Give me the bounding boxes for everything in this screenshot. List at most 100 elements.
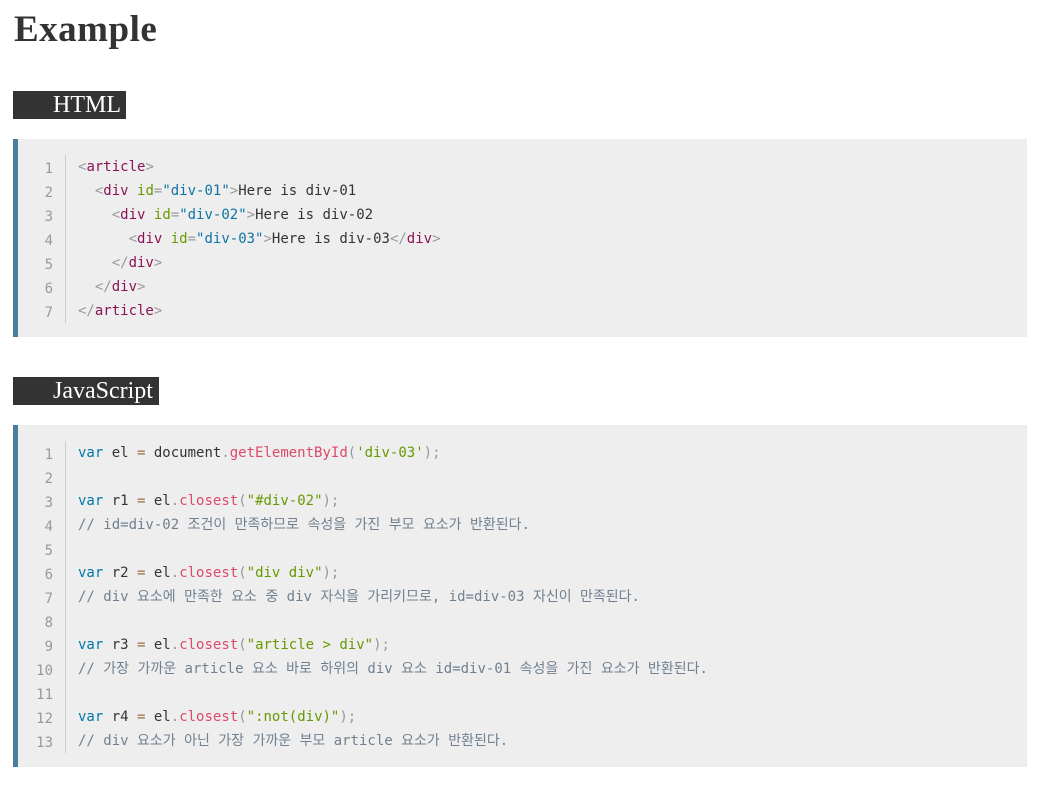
code-token-fn: getElementById bbox=[229, 445, 348, 461]
code-line: 2 bbox=[18, 465, 1027, 489]
line-number: 5 bbox=[18, 251, 66, 275]
code-token-punc: ); bbox=[322, 493, 340, 509]
code-token-punc: ( bbox=[238, 709, 247, 725]
code-line: 6 </div> bbox=[18, 275, 1027, 299]
code-text: // id=div-02 조건이 만족하므로 속성을 가진 부모 요소가 반환된… bbox=[66, 513, 1027, 537]
code-text: // div 요소가 아닌 가장 가까운 부모 article 요소가 반환된다… bbox=[66, 729, 1027, 753]
line-number: 5 bbox=[18, 537, 66, 561]
code-token-fn: closest bbox=[179, 637, 239, 653]
code-token-comment: // 가장 가까운 article 요소 바로 하위의 div 요소 id=di… bbox=[78, 661, 708, 677]
code-token-str: ":not(div)" bbox=[246, 709, 340, 725]
line-number: 9 bbox=[18, 633, 66, 657]
code-token-attr: id bbox=[170, 231, 188, 247]
code-line: 7 </article> bbox=[18, 299, 1027, 323]
code-token-plain: Here is div-03 bbox=[271, 231, 390, 247]
code-line: 4 <div id="div-03">Here is div-03</div> bbox=[18, 227, 1027, 251]
code-token-fn: closest bbox=[179, 493, 239, 509]
code-text: var el = document.getElementById('div-03… bbox=[66, 441, 1027, 465]
code-token-punc: ); bbox=[373, 637, 390, 653]
code-token-punc: < bbox=[111, 207, 121, 223]
code-token-punc: > bbox=[153, 255, 163, 271]
code-token-punc: ( bbox=[347, 445, 357, 461]
code-token-punc: ); bbox=[339, 709, 357, 725]
line-number: 2 bbox=[18, 179, 66, 203]
code-token-tagname: article bbox=[86, 159, 146, 175]
code-token-kw: var bbox=[78, 709, 104, 725]
line-number: 6 bbox=[18, 275, 66, 299]
code-text: </article> bbox=[66, 299, 1027, 323]
code-block-html: 1 <article> 2 <div id="div-01">Here is div… bbox=[13, 139, 1027, 337]
code-token-punc: . bbox=[221, 445, 230, 461]
code-token-kw: var bbox=[78, 565, 104, 581]
code-token-plain: el bbox=[145, 709, 171, 725]
page-title: Example bbox=[14, 9, 158, 50]
code-token-punc: > bbox=[246, 207, 256, 223]
code-token-attr: id bbox=[137, 183, 154, 199]
code-token-plain: el bbox=[103, 445, 138, 461]
line-number: 4 bbox=[18, 227, 66, 251]
code-token-punc: ( bbox=[238, 637, 247, 653]
code-token-punc: = bbox=[170, 207, 180, 223]
code-token-punc: </ bbox=[78, 303, 95, 319]
code-token-kw: var bbox=[78, 493, 104, 509]
code-token-str: "#div-02" bbox=[246, 493, 323, 509]
section-label-javascript: JavaScript bbox=[13, 377, 159, 405]
code-line: 5 bbox=[18, 537, 1027, 561]
line-number: 8 bbox=[18, 609, 66, 633]
line-number: 12 bbox=[18, 705, 66, 729]
code-token-punc: ); bbox=[423, 445, 441, 461]
code-text: </div> bbox=[66, 275, 1027, 299]
code-line: 1 <article> bbox=[18, 155, 1027, 179]
code-text: </div> bbox=[66, 251, 1027, 275]
code-token-punc: ( bbox=[238, 493, 247, 509]
code-text: // 가장 가까운 article 요소 바로 하위의 div 요소 id=di… bbox=[66, 657, 1027, 681]
code-token-comment: // div 요소에 만족한 요소 중 div 자식을 가리키므로, id=di… bbox=[78, 589, 640, 605]
code-token-punc: > bbox=[263, 231, 272, 247]
code-text: var r3 = el.closest("article > div"); bbox=[66, 633, 1027, 657]
line-number: 6 bbox=[18, 561, 66, 585]
line-number: 7 bbox=[18, 299, 66, 323]
code-token-plain: Here is div-01 bbox=[238, 183, 357, 199]
line-number: 2 bbox=[18, 465, 66, 489]
code-text: // div 요소에 만족한 요소 중 div 자식을 가리키므로, id=di… bbox=[66, 585, 1027, 609]
code-token-punc: </ bbox=[111, 255, 129, 271]
line-number: 3 bbox=[18, 489, 66, 513]
code-token-tagname: div bbox=[406, 231, 433, 247]
code-line: 2 <div id="div-01">Here is div-01 bbox=[18, 179, 1027, 203]
code-token-plain: Here is div-02 bbox=[255, 207, 374, 223]
code-token-punc: > bbox=[137, 279, 146, 295]
code-token-plain: r3 bbox=[103, 637, 138, 653]
code-token-val: "div-02" bbox=[179, 207, 247, 223]
code-token-tagname: article bbox=[94, 303, 154, 319]
code-line: 4 // id=div-02 조건이 만족하므로 속성을 가진 부모 요소가 반환… bbox=[18, 513, 1027, 537]
code-token-tagname: div bbox=[103, 183, 129, 199]
code-line: 7 // div 요소에 만족한 요소 중 div 자식을 가리키므로, id=d… bbox=[18, 585, 1027, 609]
code-block-javascript: 1 var el = document.getElementById('div-0… bbox=[13, 425, 1027, 767]
code-line: 1 var el = document.getElementById('div-0… bbox=[18, 441, 1027, 465]
code-line: 3 <div id="div-02">Here is div-02 bbox=[18, 203, 1027, 227]
code-token-punc: . bbox=[170, 637, 180, 653]
code-token-fn: closest bbox=[179, 709, 239, 725]
code-line: 12 var r4 = el.closest(":not(div)"); bbox=[18, 705, 1027, 729]
code-token-val: "div-03" bbox=[196, 231, 264, 247]
code-token-punc: < bbox=[128, 231, 138, 247]
code-text: var r4 = el.closest(":not(div)"); bbox=[66, 705, 1027, 729]
code-token-punc: </ bbox=[389, 231, 407, 247]
code-token-punc: > bbox=[153, 303, 163, 319]
code-token-val: "div-01" bbox=[162, 183, 230, 199]
code-token-str: "div div" bbox=[246, 565, 323, 581]
line-number: 7 bbox=[18, 585, 66, 609]
line-number: 3 bbox=[18, 203, 66, 227]
code-text: <article> bbox=[66, 155, 1027, 179]
code-line: 8 bbox=[18, 609, 1027, 633]
code-token-plain: document bbox=[145, 445, 222, 461]
